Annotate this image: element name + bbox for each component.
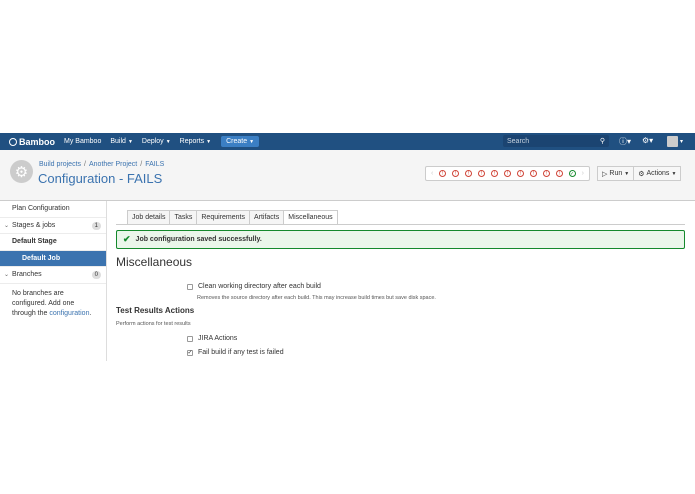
top-nav-bar: Bamboo My Bamboo Build ▼ Deploy ▼ Reports ▼… <box>0 133 695 150</box>
chevron-down-icon: ⌄ <box>4 222 10 229</box>
failed-build-icon[interactable]: ! <box>555 170 563 177</box>
clean-working-directory-label[interactable]: Clean working directory after each build <box>198 283 321 290</box>
breadcrumb-separator: / <box>140 161 143 168</box>
header-actions: ▷ Run ▼ ⚙ Actions ▼ <box>597 166 682 181</box>
bamboo-logo[interactable]: Bamboo <box>9 137 55 147</box>
sidebar-item-label: Default Stage <box>12 238 57 246</box>
nav-my-bamboo[interactable]: My Bamboo <box>64 138 101 145</box>
fail-build-label[interactable]: Fail build if any test is failed <box>198 349 284 356</box>
successful-build-icon[interactable]: ✓ <box>568 170 576 177</box>
tab-tasks[interactable]: Tasks <box>169 210 198 224</box>
project-avatar: ⚙ <box>10 160 33 183</box>
logo-text: Bamboo <box>19 136 55 147</box>
run-button-label: Run <box>609 170 623 177</box>
period: . <box>89 309 92 317</box>
run-button[interactable]: ▷ Run ▼ <box>597 166 635 181</box>
chevron-down-icon: ▼ <box>206 138 212 145</box>
search-input[interactable]: Search ⚲ <box>503 135 609 147</box>
configuration-link[interactable]: configuration <box>49 310 89 317</box>
chevron-left-icon[interactable]: ‹ <box>431 170 433 177</box>
tab-divider <box>116 224 685 225</box>
search-placeholder: Search <box>507 137 530 145</box>
breadcrumb-plan[interactable]: FAILS <box>145 161 164 168</box>
tab-artifacts[interactable]: Artifacts <box>248 210 285 224</box>
tab-job-details[interactable]: Job details <box>127 210 171 224</box>
test-results-description: Perform actions for test results <box>116 321 191 327</box>
failed-build-icon[interactable]: ! <box>516 170 524 177</box>
nav-deploy-label: Deploy <box>141 138 164 145</box>
sidebar-section-stages-jobs[interactable]: ⌄ Stages & jobs 1 <box>0 218 106 234</box>
sidebar: Plan Configuration ⌄ Stages & jobs 1 Def… <box>0 201 107 361</box>
chevron-down-icon: ▼ <box>671 170 677 177</box>
page-header: ⚙ Build projects / Another Project / FAILS C… <box>0 150 695 201</box>
failed-build-icon[interactable]: ! <box>465 170 473 177</box>
no-branches-message: No branches are configured. Add one thro… <box>0 284 106 324</box>
help-icon[interactable]: ⓘ▾ <box>619 136 631 147</box>
chevron-down-icon[interactable]: ▾ <box>680 138 683 145</box>
jira-actions-checkbox[interactable] <box>187 335 193 342</box>
breadcrumb: Build projects / Another Project / FAILS <box>39 161 164 168</box>
nav-reports[interactable]: Reports ▼ <box>180 138 211 145</box>
build-status-strip: ‹ ! ! ! ! ! ! ! ! ! ! ✓ › <box>425 166 590 181</box>
fail-build-checkbox[interactable]: ✓ <box>187 349 193 356</box>
play-icon: ▷ <box>602 170 608 178</box>
clean-working-directory-checkbox[interactable] <box>187 283 193 290</box>
sidebar-section-branches[interactable]: ⌄ Branches 0 <box>0 267 106 284</box>
failed-build-icon[interactable]: ! <box>542 170 550 177</box>
actions-button-label: Actions <box>646 170 670 177</box>
failed-build-icon[interactable]: ! <box>452 170 460 177</box>
failed-build-icon[interactable]: ! <box>439 170 447 177</box>
clean-working-directory-option: Clean working directory after each build <box>187 283 321 290</box>
sidebar-item-default-job[interactable]: Default Job <box>0 250 106 267</box>
failed-build-icon[interactable]: ! <box>491 170 498 177</box>
section-heading-miscellaneous: Miscellaneous <box>116 255 193 269</box>
tab-requirements[interactable]: Requirements <box>196 210 250 224</box>
actions-button[interactable]: ⚙ Actions ▼ <box>634 166 682 181</box>
sidebar-item-label: Default Job <box>22 254 61 262</box>
gear-icon[interactable]: ⚙▾ <box>642 136 653 145</box>
job-tabs: Job details Tasks Requirements Artifacts… <box>127 210 338 224</box>
count-badge: 0 <box>91 271 101 279</box>
chevron-down-icon: ▼ <box>127 138 133 145</box>
failed-build-icon[interactable]: ! <box>503 170 511 177</box>
create-button-label: Create <box>226 138 248 145</box>
nav-deploy[interactable]: Deploy ▼ <box>142 138 171 145</box>
chevron-right-icon[interactable]: › <box>582 170 584 177</box>
search-icon[interactable]: ⚲ <box>600 137 605 145</box>
success-message-text: Job configuration saved successfully. <box>135 236 262 243</box>
failed-build-icon[interactable]: ! <box>529 170 537 177</box>
breadcrumb-separator: / <box>84 161 86 168</box>
sidebar-item-label: Stages & jobs <box>12 221 56 229</box>
gear-icon: ⚙ <box>638 170 645 178</box>
check-icon: ✔ <box>123 234 131 244</box>
bamboo-logo-icon <box>9 137 17 146</box>
user-avatar[interactable] <box>667 136 678 147</box>
chevron-down-icon: ⌄ <box>4 272 10 279</box>
jira-actions-option: JIRA Actions <box>187 335 237 342</box>
nav-build-label: Build <box>110 138 126 145</box>
success-message: ✔ Job configuration saved successfully. <box>116 230 685 249</box>
nav-reports-label: Reports <box>179 138 205 145</box>
sidebar-item-plan-configuration[interactable]: Plan Configuration <box>0 201 106 218</box>
breadcrumb-build-projects[interactable]: Build projects <box>39 161 81 168</box>
fail-build-option: ✓ Fail build if any test is failed <box>187 349 284 356</box>
sidebar-item-default-stage[interactable]: Default Stage <box>0 234 106 251</box>
sidebar-item-label: Plan Configuration <box>12 205 70 213</box>
chevron-down-icon: ▼ <box>624 170 630 177</box>
section-heading-test-results: Test Results Actions <box>116 306 195 315</box>
chevron-down-icon: ▼ <box>249 138 255 145</box>
clean-working-directory-description: Removes the source directory after each … <box>197 295 436 301</box>
page-title: Configuration - FAILS <box>38 171 163 186</box>
count-badge: 1 <box>91 221 101 230</box>
nav-my-bamboo-label: My Bamboo <box>64 138 102 145</box>
breadcrumb-project[interactable]: Another Project <box>89 161 137 168</box>
gear-icon: ⚙ <box>14 163 29 181</box>
nav-build[interactable]: Build ▼ <box>110 138 133 145</box>
tab-miscellaneous[interactable]: Miscellaneous <box>283 210 338 224</box>
sidebar-item-label: Branches <box>12 271 42 279</box>
chevron-down-icon: ▼ <box>165 138 171 145</box>
jira-actions-label[interactable]: JIRA Actions <box>198 335 237 342</box>
failed-build-icon[interactable]: ! <box>478 170 486 177</box>
create-button[interactable]: Create ▼ <box>221 136 260 147</box>
